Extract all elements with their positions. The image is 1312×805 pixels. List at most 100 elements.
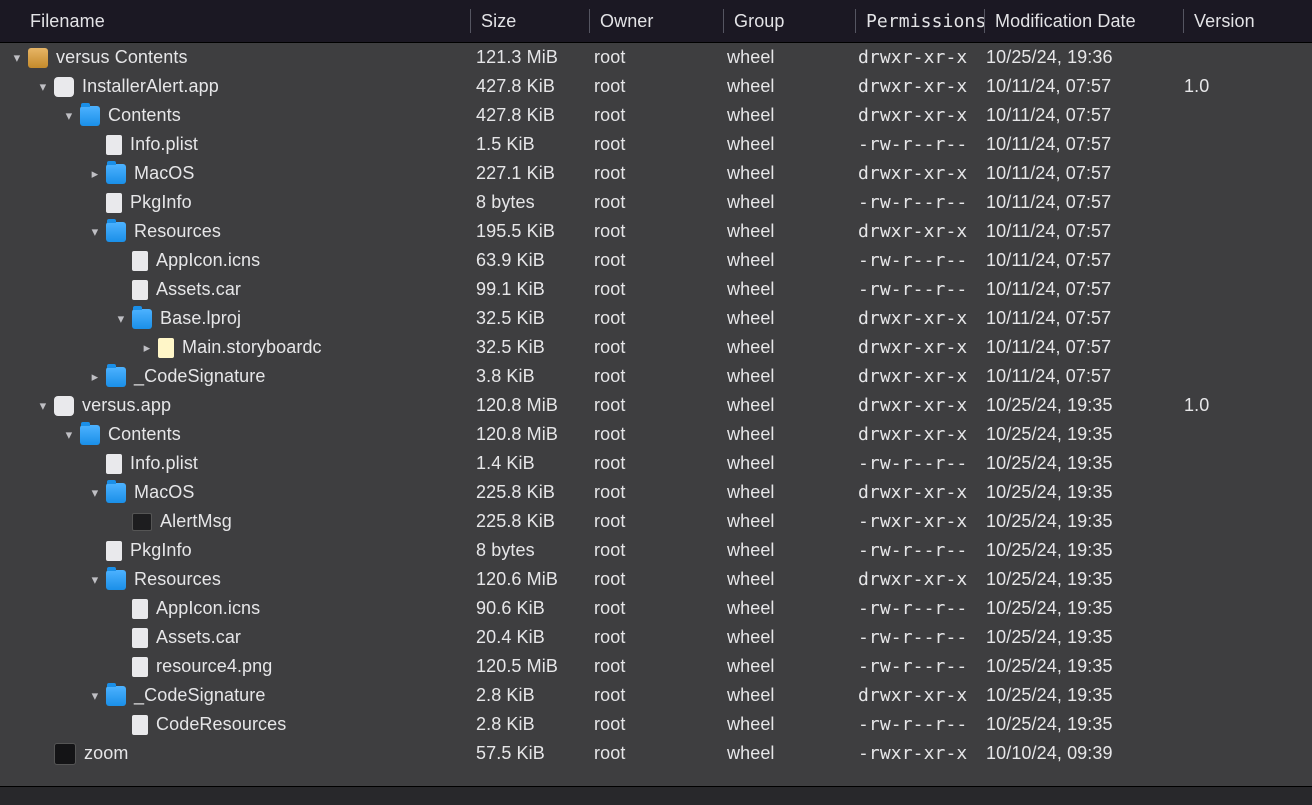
chevron-right-icon[interactable]: ▸ [88, 369, 102, 385]
cell-filename[interactable]: CodeResources [0, 714, 470, 735]
cell-owner: root [594, 308, 727, 329]
column-header-permissions[interactable]: Permissions [856, 11, 984, 32]
cell-filename[interactable]: ▾versus.app [0, 395, 470, 416]
tree-row[interactable]: ▾versus Contents121.3 MiBrootwheeldrwxr-… [0, 43, 1312, 72]
chevron-down-icon[interactable]: ▾ [36, 398, 50, 414]
cell-filename[interactable]: ▾versus Contents [0, 47, 470, 68]
chevron-down-icon[interactable]: ▾ [62, 108, 76, 124]
cell-group: wheel [727, 656, 858, 677]
cell-filename[interactable]: PkgInfo [0, 192, 470, 213]
tree-row[interactable]: ▾Base.lproj32.5 KiBrootwheeldrwxr-xr-x10… [0, 304, 1312, 333]
chevron-right-icon[interactable]: ▸ [140, 340, 154, 356]
cell-date: 10/11/24, 07:57 [986, 192, 1184, 213]
chevron-right-icon[interactable]: ▸ [88, 166, 102, 182]
tree-row[interactable]: Info.plist1.4 KiBrootwheel-rw-r--r--10/2… [0, 449, 1312, 478]
cell-filename[interactable]: Assets.car [0, 627, 470, 648]
filename-label: InstallerAlert.app [82, 76, 219, 97]
cell-size: 120.5 MiB [470, 656, 594, 677]
chevron-down-icon[interactable]: ▾ [88, 224, 102, 240]
tree-row[interactable]: ▾Resources195.5 KiBrootwheeldrwxr-xr-x10… [0, 217, 1312, 246]
column-header-owner[interactable]: Owner [590, 11, 723, 32]
cell-size: 120.8 MiB [470, 424, 594, 445]
file-tree-body[interactable]: ▾versus Contents121.3 MiBrootwheeldrwxr-… [0, 43, 1312, 786]
chevron-down-icon[interactable]: ▾ [10, 50, 24, 66]
cell-filename[interactable]: ▸_CodeSignature [0, 366, 470, 387]
cell-filename[interactable]: Info.plist [0, 453, 470, 474]
cell-date: 10/25/24, 19:35 [986, 511, 1184, 532]
folder-icon [106, 483, 126, 503]
tree-row[interactable]: AppIcon.icns90.6 KiBrootwheel-rw-r--r--1… [0, 594, 1312, 623]
tree-row[interactable]: ▾versus.app120.8 MiBrootwheeldrwxr-xr-x1… [0, 391, 1312, 420]
cell-filename[interactable]: ▾Contents [0, 105, 470, 126]
filename-label: Info.plist [130, 453, 198, 474]
filename-label: resource4.png [156, 656, 272, 677]
cell-filename[interactable]: resource4.png [0, 656, 470, 677]
cell-size: 195.5 KiB [470, 221, 594, 242]
cell-filename[interactable]: ▸MacOS [0, 163, 470, 184]
column-header-group[interactable]: Group [724, 11, 855, 32]
chevron-down-icon[interactable]: ▾ [88, 572, 102, 588]
cell-filename[interactable]: ▾MacOS [0, 482, 470, 503]
column-header-date[interactable]: Modification Date [985, 11, 1183, 32]
cell-permissions: -rw-r--r-- [858, 192, 986, 213]
filename-label: AlertMsg [160, 511, 232, 532]
chevron-down-icon[interactable]: ▾ [88, 485, 102, 501]
cell-filename[interactable]: ▾Resources [0, 569, 470, 590]
tree-row[interactable]: ▾Contents427.8 KiBrootwheeldrwxr-xr-x10/… [0, 101, 1312, 130]
tree-row[interactable]: Assets.car20.4 KiBrootwheel-rw-r--r--10/… [0, 623, 1312, 652]
tree-row[interactable]: ▾InstallerAlert.app427.8 KiBrootwheeldrw… [0, 72, 1312, 101]
tree-row[interactable]: ▸MacOS227.1 KiBrootwheeldrwxr-xr-x10/11/… [0, 159, 1312, 188]
cell-owner: root [594, 163, 727, 184]
cell-owner: root [594, 279, 727, 300]
cell-filename[interactable]: Assets.car [0, 279, 470, 300]
cell-date: 10/25/24, 19:35 [986, 453, 1184, 474]
column-header-version[interactable]: Version [1184, 11, 1304, 32]
tree-row[interactable]: resource4.png120.5 MiBrootwheel-rw-r--r-… [0, 652, 1312, 681]
filename-label: Contents [108, 424, 181, 445]
tree-row[interactable]: Info.plist1.5 KiBrootwheel-rw-r--r--10/1… [0, 130, 1312, 159]
cell-filename[interactable]: AppIcon.icns [0, 598, 470, 619]
cell-date: 10/11/24, 07:57 [986, 105, 1184, 126]
cell-filename[interactable]: ▸Main.storyboardc [0, 337, 470, 358]
tree-row[interactable]: CodeResources2.8 KiBrootwheel-rw-r--r--1… [0, 710, 1312, 739]
cell-owner: root [594, 192, 727, 213]
cell-permissions: drwxr-xr-x [858, 395, 986, 416]
cell-filename[interactable]: AlertMsg [0, 511, 470, 532]
tree-row[interactable]: ▸_CodeSignature3.8 KiBrootwheeldrwxr-xr-… [0, 362, 1312, 391]
cell-filename[interactable]: ▾_CodeSignature [0, 685, 470, 706]
cell-permissions: drwxr-xr-x [858, 47, 986, 68]
chevron-down-icon[interactable]: ▾ [88, 688, 102, 704]
cell-date: 10/25/24, 19:35 [986, 540, 1184, 561]
cell-permissions: drwxr-xr-x [858, 221, 986, 242]
cell-filename[interactable]: ▾ InstallerAlert.app [0, 76, 470, 97]
chevron-down-icon[interactable]: ▾ [36, 79, 50, 95]
tree-row[interactable]: ▾Contents120.8 MiBrootwheeldrwxr-xr-x10/… [0, 420, 1312, 449]
plist-icon [106, 454, 122, 474]
tree-row[interactable]: PkgInfo8 bytesrootwheel-rw-r--r--10/11/2… [0, 188, 1312, 217]
cell-filename[interactable]: AppIcon.icns [0, 250, 470, 271]
cell-filename[interactable]: PkgInfo [0, 540, 470, 561]
filename-label: Info.plist [130, 134, 198, 155]
tree-row[interactable]: zoom57.5 KiBrootwheel-rwxr-xr-x10/10/24,… [0, 739, 1312, 768]
tree-row[interactable]: ▾MacOS225.8 KiBrootwheeldrwxr-xr-x10/25/… [0, 478, 1312, 507]
cell-filename[interactable]: ▾ Contents [0, 424, 470, 445]
column-header-size[interactable]: Size [471, 11, 589, 32]
tree-row[interactable]: Assets.car99.1 KiBrootwheel-rw-r--r--10/… [0, 275, 1312, 304]
chevron-down-icon[interactable]: ▾ [62, 427, 76, 443]
cell-filename[interactable]: ▾Base.lproj [0, 308, 470, 329]
tree-row[interactable]: AppIcon.icns63.9 KiBrootwheel-rw-r--r--1… [0, 246, 1312, 275]
tree-row[interactable]: AlertMsg225.8 KiBrootwheel-rwxr-xr-x10/2… [0, 507, 1312, 536]
chevron-down-icon[interactable]: ▾ [114, 311, 128, 327]
column-header-filename[interactable]: Filename [0, 11, 470, 32]
tree-row[interactable]: PkgInfo8 bytesrootwheel-rw-r--r--10/25/2… [0, 536, 1312, 565]
cell-owner: root [594, 714, 727, 735]
tree-row[interactable]: ▾Resources120.6 MiBrootwheeldrwxr-xr-x10… [0, 565, 1312, 594]
cell-filename[interactable]: ▾Resources [0, 221, 470, 242]
cell-permissions: drwxr-xr-x [858, 163, 986, 184]
cell-size: 32.5 KiB [470, 308, 594, 329]
cell-filename[interactable]: Info.plist [0, 134, 470, 155]
tree-row[interactable]: ▾_CodeSignature2.8 KiBrootwheeldrwxr-xr-… [0, 681, 1312, 710]
cell-filename[interactable]: zoom [0, 743, 470, 765]
tree-row[interactable]: ▸Main.storyboardc32.5 KiBrootwheeldrwxr-… [0, 333, 1312, 362]
cell-group: wheel [727, 482, 858, 503]
